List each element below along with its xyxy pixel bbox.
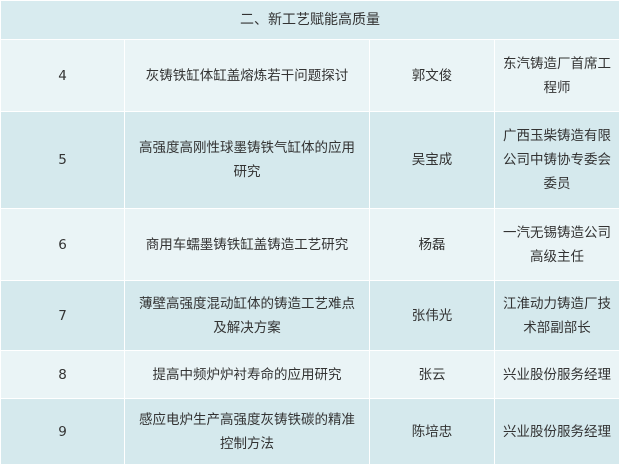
speaker-name: 杨磊 [370,209,495,281]
row-number: 5 [1,112,125,209]
section-header-row: 二、新工艺赋能高质量 [1,1,619,40]
speaker-affiliation: 东汽铸造厂首席工程师 [495,40,619,112]
speaker-affiliation: 兴业股份服务经理 [495,351,619,399]
talk-title: 商用车蠕墨铸铁缸盖铸造工艺研究 [125,209,370,281]
speaker-affiliation: 江淮动力铸造厂技术部副部长 [495,281,619,351]
speaker-affiliation: 兴业股份服务经理 [495,399,619,465]
speaker-name: 陈培忠 [370,399,495,465]
table-row: 9 感应电炉生产高强度灰铸铁碳的精准控制方法 陈培忠 兴业股份服务经理 [1,399,619,465]
table-row: 6 商用车蠕墨铸铁缸盖铸造工艺研究 杨磊 一汽无锡铸造公司高级主任 [1,209,619,281]
row-number: 4 [1,40,125,112]
talk-title: 高强度高刚性球墨铸铁气缸体的应用研究 [125,112,370,209]
speaker-name: 张伟光 [370,281,495,351]
talk-title: 灰铸铁缸体缸盖熔炼若干问题探讨 [125,40,370,112]
row-number: 9 [1,399,125,465]
table-row: 7 薄壁高强度混动缸体的铸造工艺难点及解决方案 张伟光 江淮动力铸造厂技术部副部… [1,281,619,351]
section-title: 二、新工艺赋能高质量 [1,1,619,40]
table-row: 8 提高中频炉炉衬寿命的应用研究 张云 兴业股份服务经理 [1,351,619,399]
speaker-name: 郭文俊 [370,40,495,112]
speaker-name: 张云 [370,351,495,399]
agenda-table: 二、新工艺赋能高质量 4 灰铸铁缸体缸盖熔炼若干问题探讨 郭文俊 东汽铸造厂首席… [0,0,619,465]
speaker-affiliation: 广西玉柴铸造有限公司中铸协专委会委员 [495,112,619,209]
speaker-name: 吴宝成 [370,112,495,209]
table-row: 5 高强度高刚性球墨铸铁气缸体的应用研究 吴宝成 广西玉柴铸造有限公司中铸协专委… [1,112,619,209]
talk-title: 感应电炉生产高强度灰铸铁碳的精准控制方法 [125,399,370,465]
table-row: 4 灰铸铁缸体缸盖熔炼若干问题探讨 郭文俊 东汽铸造厂首席工程师 [1,40,619,112]
talk-title: 提高中频炉炉衬寿命的应用研究 [125,351,370,399]
row-number: 7 [1,281,125,351]
row-number: 6 [1,209,125,281]
row-number: 8 [1,351,125,399]
talk-title: 薄壁高强度混动缸体的铸造工艺难点及解决方案 [125,281,370,351]
speaker-affiliation: 一汽无锡铸造公司高级主任 [495,209,619,281]
